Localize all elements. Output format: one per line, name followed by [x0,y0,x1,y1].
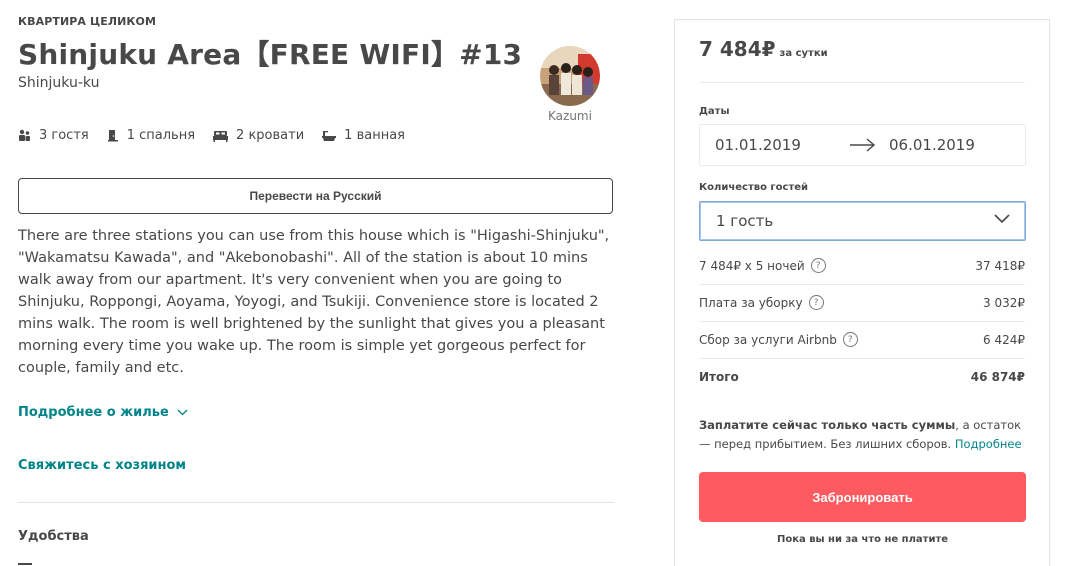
nights-label: 7 484₽ x 5 ночей [699,258,805,273]
more-about-listing-link[interactable]: Подробнее о жилье [18,405,188,420]
panel-divider [699,82,1025,83]
question-icon[interactable]: ? [808,295,824,310]
chevron-down-icon[interactable] [994,214,1010,224]
panel-divider [699,358,1025,359]
check-in-input[interactable]: 01.01.2019 [715,136,801,154]
guests-value[interactable]: 1 гость [716,212,773,230]
question-icon[interactable]: ? [842,332,858,347]
fact-guests: 3 гостя [18,128,89,143]
fact-bedroom: 1 спальня [107,128,195,143]
page-title: Shinjuku Area【FREE WIFI】#13 [18,38,523,71]
amenities-heading: Удобства [18,529,89,544]
price-row: 7 484₽ за сутки [699,37,828,61]
guests-label: Количество гостей [699,182,809,193]
dates-label: Даты [699,106,730,117]
listing-location[interactable]: Shinjuku-ku [18,75,99,91]
panel-divider [699,321,1025,322]
price-line-nights: 7 484₽ x 5 ночей? 37 418₽ [699,258,1025,273]
listing-kind: КВАРТИРА ЦЕЛИКОМ [18,15,157,28]
contact-host-link[interactable]: Свяжитесь с хозяином [18,458,186,473]
question-icon[interactable]: ? [810,258,826,273]
price-line-service: Сбор за услуги Airbnb? 6 424₽ [699,332,1025,347]
chevron-down-icon[interactable] [177,409,188,416]
date-range-picker[interactable]: 01.01.2019 06.01.2019 [699,124,1026,166]
service-value: 6 424₽ [983,332,1025,347]
more-about-listing-label[interactable]: Подробнее о жилье [18,405,169,420]
check-out-input[interactable]: 06.01.2019 [889,136,975,154]
payment-more-link[interactable]: Подробнее [955,437,1022,451]
guests-select[interactable]: 1 гость [699,201,1026,241]
translate-button[interactable]: Перевести на Русский [18,178,613,214]
bed-icon [213,130,229,142]
listing-details: КВАРТИРА ЦЕЛИКОМ Shinjuku Area【FREE WIFI… [18,0,614,566]
fact-beds-label: 2 кровати [236,128,305,143]
service-label: Сбор за услуги Airbnb [699,332,837,347]
host-profile[interactable]: Kazumi [540,46,600,123]
payment-note: Заплатите сейчас только часть суммы, а о… [699,416,1025,454]
no-charge-note: Пока вы ни за что не платите [776,534,949,545]
book-button[interactable]: Забронировать [699,472,1026,522]
cleaning-label: Плата за уборку [699,295,803,310]
avatar[interactable] [540,46,600,106]
bedroom-icon [107,130,118,142]
price-line-total: Итого 46 874₽ [699,370,1025,384]
fact-bath-label: 1 ванная [344,128,405,143]
cleaning-value: 3 032₽ [983,295,1025,310]
fact-guests-label: 3 гостя [39,128,89,143]
fact-beds: 2 кровати [213,128,304,143]
panel-divider [699,284,1025,285]
nights-value: 37 418₽ [975,258,1025,273]
amenities-underline [18,563,32,565]
listing-description: There are three stations you can use fro… [18,228,610,376]
total-value: 46 874₽ [970,370,1025,384]
booking-panel: 7 484₽ за сутки Даты 01.01.2019 06.01.20… [674,19,1050,566]
price-line-cleaning: Плата за уборку? 3 032₽ [699,295,1025,310]
price-per-night: за сутки [779,48,828,59]
total-label: Итого [699,370,739,384]
section-divider [18,502,614,503]
bath-icon [322,130,337,141]
fact-bedroom-label: 1 спальня [126,128,196,143]
host-name[interactable]: Kazumi [540,109,600,123]
payment-note-bold: Заплатите сейчас только часть суммы [699,418,956,432]
fact-bath: 1 ванная [322,128,405,143]
guests-icon [19,129,30,141]
arrow-right-icon [850,138,876,152]
nightly-price: 7 484₽ [699,37,776,61]
listing-facts: 3 гостя 1 спальня 2 кровати 1 ванная [18,128,423,143]
